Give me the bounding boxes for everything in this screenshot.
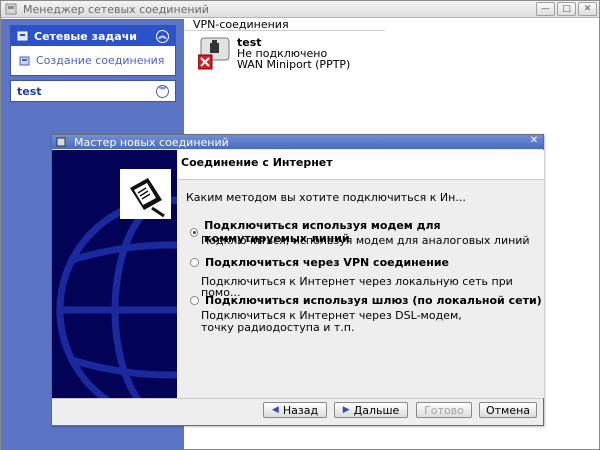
wizard-close-button[interactable]: ✕ bbox=[528, 136, 540, 147]
create-connection-icon bbox=[19, 56, 30, 65]
finish-button[interactable]: Готово bbox=[416, 402, 472, 418]
network-tasks-header[interactable]: Сетевые задачи ︽ bbox=[11, 26, 175, 46]
wizard-title: Мастер новых соединений bbox=[74, 135, 229, 149]
back-arrow-icon: ◀ bbox=[271, 405, 279, 415]
wizard-question: Каким методом вы хотите подключиться к И… bbox=[186, 191, 466, 204]
connection-item[interactable]: test Не подключено WAN Miniport (PPTP) bbox=[198, 37, 350, 71]
minimize-button[interactable]: — bbox=[536, 2, 555, 16]
option-gateway-desc-1: Подключиться к Интернет через DSL-модем, bbox=[201, 309, 462, 322]
connection-device: WAN Miniport (PPTP) bbox=[237, 58, 351, 71]
expand-chevron-icon[interactable]: ︾ bbox=[156, 84, 169, 98]
disconnected-connection-icon bbox=[198, 37, 230, 70]
cancel-button-label: Отмена bbox=[485, 403, 531, 417]
window-title: Менеджер сетевых соединений bbox=[23, 2, 209, 16]
test-group-header[interactable]: test ︾ bbox=[11, 81, 175, 101]
new-connection-wizard: Мастер новых соединений ✕ Соединение с И… bbox=[51, 134, 544, 426]
radio-gateway[interactable] bbox=[190, 296, 199, 305]
create-connection-label: Создание соединения bbox=[36, 54, 165, 67]
option-vpn[interactable]: Подключиться через VPN соединение bbox=[190, 256, 449, 269]
next-button[interactable]: ▶ Дальше bbox=[334, 402, 408, 418]
next-button-label: Дальше bbox=[353, 403, 400, 417]
wizard-heading: Соединение с Интернет bbox=[178, 150, 544, 180]
next-arrow-icon: ▶ bbox=[342, 405, 350, 415]
wizard-app-icon bbox=[56, 137, 66, 147]
test-group-title: test bbox=[17, 84, 42, 98]
option-gateway-label: Подключиться используя шлюз (по локально… bbox=[205, 294, 542, 307]
vpn-connections-header: VPN-соединения bbox=[185, 19, 385, 31]
radio-vpn[interactable] bbox=[190, 258, 199, 267]
test-group-box: test ︾ bbox=[10, 80, 176, 102]
back-button-label: Назад bbox=[282, 403, 319, 417]
wizard-content: Соединение с Интернет Каким методом вы х… bbox=[178, 150, 544, 398]
back-button[interactable]: ◀ Назад bbox=[263, 402, 327, 418]
main-title-bar: Менеджер сетевых соединений bbox=[1, 1, 599, 18]
option-vpn-label: Подключиться через VPN соединение bbox=[205, 256, 450, 269]
network-tasks-icon bbox=[17, 31, 28, 41]
option-gateway-desc-2: точку радиодоступа и т.п. bbox=[201, 321, 355, 334]
option-dialup-desc: Подключиться, используя модем для аналог… bbox=[201, 234, 530, 247]
radio-dialup-modem[interactable] bbox=[190, 227, 199, 237]
close-window-button[interactable]: ✕ bbox=[578, 2, 597, 16]
wizard-side-image bbox=[52, 150, 177, 398]
globe-illustration bbox=[56, 169, 177, 398]
wizard-title-bar: Мастер новых соединений bbox=[52, 135, 543, 149]
wizard-footer: ◀ Назад ▶ Дальше Готово Отмена bbox=[52, 398, 543, 425]
create-connection-link[interactable]: Создание соединения bbox=[11, 46, 175, 75]
option-gateway[interactable]: Подключиться используя шлюз (по локально… bbox=[190, 294, 542, 307]
finish-button-label: Готово bbox=[424, 403, 464, 417]
network-tasks-title: Сетевые задачи bbox=[34, 29, 137, 43]
network-tasks-box: Сетевые задачи ︽ Создание соединения bbox=[10, 25, 176, 76]
app-icon bbox=[5, 3, 17, 15]
maximize-button[interactable]: □ bbox=[557, 2, 576, 16]
collapse-chevron-icon[interactable]: ︽ bbox=[156, 29, 169, 43]
cancel-button[interactable]: Отмена bbox=[479, 402, 537, 418]
